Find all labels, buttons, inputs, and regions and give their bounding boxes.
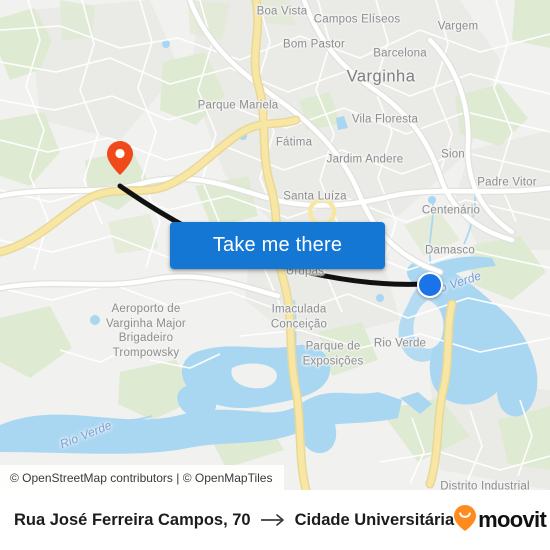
take-me-there-button[interactable]: Take me there (170, 222, 385, 269)
arrow-right-icon (260, 513, 286, 527)
trip-destination-label: Cidade Universitária (294, 510, 455, 529)
moovit-wordmark: moovit (478, 507, 547, 532)
map-attribution[interactable]: © OpenStreetMap contributors | © OpenMap… (0, 465, 285, 490)
map-canvas[interactable]: Boa Vista Campos Elíseos Vargem Bom Past… (0, 0, 550, 490)
moovit-pin-icon (454, 504, 477, 536)
trip-footer: Rua José Ferreira Campos, 70 Cidade Univ… (0, 490, 550, 550)
origin-pin-icon[interactable] (107, 141, 133, 175)
trip-summary: Rua José Ferreira Campos, 70 Cidade Univ… (14, 511, 454, 530)
attribution-text: © OpenStreetMap contributors | © OpenMap… (10, 470, 273, 485)
map-screenshot: Boa Vista Campos Elíseos Vargem Bom Past… (0, 0, 550, 550)
moovit-logo[interactable]: moovit (454, 504, 547, 536)
destination-dot-icon[interactable] (417, 272, 443, 298)
trip-origin-label: Rua José Ferreira Campos, 70 (14, 510, 251, 529)
